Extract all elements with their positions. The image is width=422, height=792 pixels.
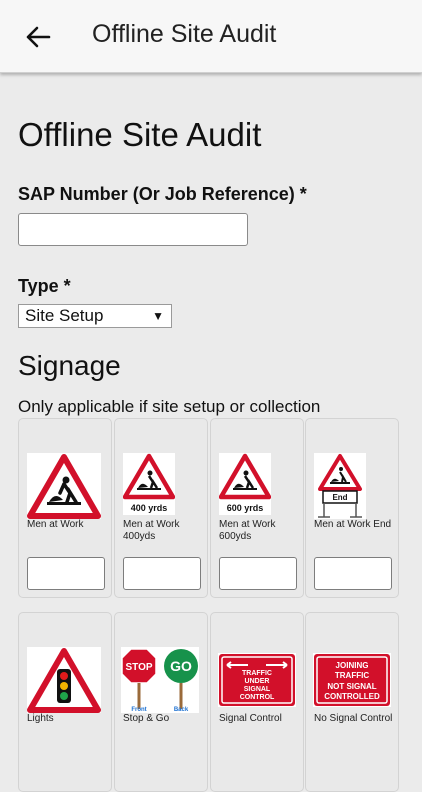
sign-card-lights: Lights (18, 612, 112, 792)
signal-control-sign-icon: TRAFFIC UNDER SIGNAL CONTROL (218, 653, 296, 707)
sign-card-signal-control: TRAFFIC UNDER SIGNAL CONTROL Signal Cont… (210, 612, 304, 792)
sign-plate-text: 400 yrds (131, 503, 168, 513)
sign-label: Stop & Go (123, 713, 170, 724)
sign-text-line: TRAFFIC (335, 671, 369, 680)
type-label: Type * (18, 276, 71, 296)
sign-card-men-at-work: Men at Work (18, 418, 112, 598)
signage-subtitle: Only applicable if site setup or collect… (18, 397, 321, 416)
app-bar-title: Offline Site Audit (92, 20, 277, 48)
type-select[interactable]: Site Setup ▼ (18, 304, 172, 328)
arrow-left-icon (26, 26, 51, 48)
sign-text-line: CONTROL (240, 694, 275, 701)
sign-label: Men at Work End (314, 519, 392, 530)
sap-number-label: SAP Number (Or Job Reference) * (18, 184, 307, 204)
sign-text-line: UNDER (245, 678, 270, 685)
quantity-input[interactable] (123, 557, 201, 590)
app-bar: Offline Site Audit (0, 0, 422, 73)
sign-plate-text: End (332, 493, 347, 502)
page-title: Offline Site Audit (18, 116, 262, 153)
sign-text-line: NOT SIGNAL (327, 682, 376, 691)
men-at-work-400yds-sign-icon: 400 yrds (123, 453, 175, 515)
stop-text: STOP (125, 662, 152, 673)
dropdown-arrow-icon: ▼ (152, 309, 164, 323)
sign-text-line: CONTROLLED (324, 692, 380, 701)
sign-label: No Signal Control (314, 713, 393, 724)
sign-label: Men at Work (27, 519, 84, 530)
sign-text-line: SIGNAL (244, 686, 271, 693)
men-at-work-600yds-sign-icon: 600 yrds (219, 453, 271, 515)
back-button[interactable] (22, 22, 56, 52)
sign-card-men-at-work-600yds: 600 yrds Men at Work 600yds (210, 418, 304, 598)
go-text: GO (170, 658, 192, 674)
sign-card-stop-go: STOP GO Front Back Stop & Go (114, 612, 208, 792)
stop-go-sign-icon: STOP GO Front Back (121, 647, 199, 713)
sign-label: Men at Work 600yds (219, 519, 276, 542)
sign-label: Men at Work 400yds (123, 519, 180, 542)
sign-text-line: JOINING (336, 661, 369, 670)
sign-text-line: TRAFFIC (242, 670, 272, 677)
men-at-work-sign-icon (27, 453, 101, 519)
sap-number-input[interactable] (18, 213, 248, 246)
sign-card-no-signal-control: JOINING TRAFFIC NOT SIGNAL CONTROLLED No… (305, 612, 399, 792)
quantity-input[interactable] (219, 557, 297, 590)
quantity-input[interactable] (314, 557, 392, 590)
sign-label: Signal Control (219, 713, 282, 724)
sign-card-men-at-work-end: End Men at Work End (305, 418, 399, 598)
type-select-value: Site Setup (25, 306, 104, 325)
sign-label: Lights (27, 713, 54, 724)
sign-card-men-at-work-400yds: 400 yrds Men at Work 400yds (114, 418, 208, 598)
sign-plate-text: 600 yrds (227, 503, 264, 513)
traffic-lights-sign-icon (27, 647, 101, 713)
no-signal-control-sign-icon: JOINING TRAFFIC NOT SIGNAL CONTROLLED (313, 653, 391, 707)
quantity-input[interactable] (27, 557, 105, 590)
signage-title: Signage (18, 350, 121, 381)
men-at-work-end-sign-icon: End (314, 453, 366, 519)
